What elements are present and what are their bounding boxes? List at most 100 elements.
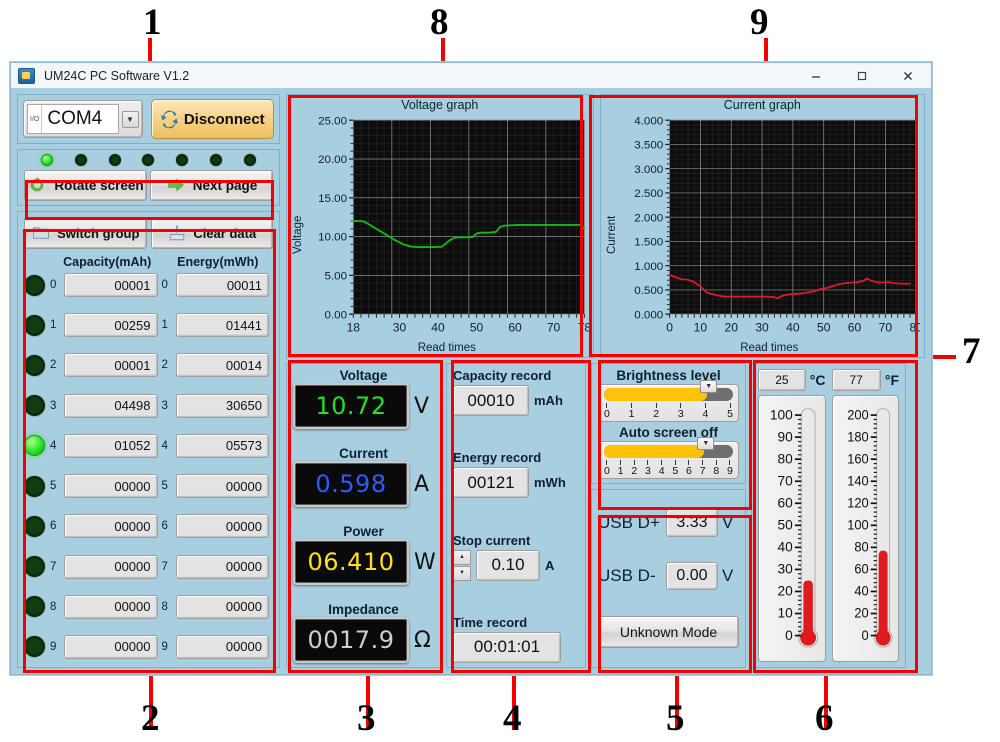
energy-value[interactable]: 00000: [175, 554, 269, 579]
svg-text:20: 20: [854, 605, 868, 620]
fahrenheit-value[interactable]: 77: [831, 369, 881, 391]
svg-text:0.500: 0.500: [634, 285, 663, 297]
clear-data-button[interactable]: Clear data: [150, 217, 273, 249]
rotate-screen-button[interactable]: Rotate screen: [24, 169, 147, 201]
capacity-record-value[interactable]: 00010: [453, 385, 529, 416]
table-row: 5 00000 5 00000: [24, 472, 273, 500]
svg-text:160: 160: [847, 451, 869, 466]
row-index-energy: 0: [161, 279, 168, 291]
settings-column: Brightness level ▼ 012345 Auto screen of…: [591, 363, 746, 668]
current-unit: A: [414, 471, 430, 497]
celsius-thermometer: 100 90 80 70 60 50 40 30 20 10 0: [758, 395, 826, 662]
energy-value[interactable]: 00000: [175, 594, 269, 619]
stop-current-unit: A: [545, 557, 555, 573]
svg-text:40: 40: [431, 321, 445, 335]
brightness-thumb[interactable]: ▼: [700, 380, 718, 393]
close-button[interactable]: [885, 63, 931, 88]
capacity-value[interactable]: 00001: [64, 353, 158, 378]
current-label: Current: [339, 446, 388, 461]
svg-text:10: 10: [778, 606, 794, 621]
stepper-down-icon[interactable]: ▼: [453, 565, 471, 581]
svg-text:10: 10: [693, 321, 707, 335]
impedance-unit: Ω: [414, 627, 431, 653]
energy-value[interactable]: 05573: [175, 433, 269, 458]
com-port-select[interactable]: I/O COM4 ▼: [23, 100, 143, 138]
usb-dminus-value[interactable]: 0.00: [666, 562, 718, 591]
next-page-button[interactable]: Next page: [150, 169, 273, 201]
table-row: 0 00001 0 00011: [24, 271, 273, 299]
capacity-value[interactable]: 00000: [64, 634, 158, 659]
impedance-value: 0017.9: [307, 626, 395, 654]
disconnect-button[interactable]: Disconnect: [150, 99, 274, 139]
chevron-down-icon[interactable]: ▼: [121, 110, 139, 128]
current-measurement: Current 0.598 A: [293, 446, 434, 507]
minimize-button[interactable]: [793, 63, 839, 88]
table-header-row: Capacity(mAh) Energy(mWh): [52, 255, 273, 271]
usb-dplus-value[interactable]: 3.33: [666, 508, 718, 537]
table-row: 1 00259 1 01441: [24, 311, 273, 339]
temperature-panel: 25 °C 77 °F 100 90 80 70 60 50 40 30 20 10 0: [751, 363, 906, 668]
capacity-value[interactable]: 01052: [64, 433, 158, 458]
svg-text:20.00: 20.00: [318, 154, 347, 166]
brightness-track[interactable]: ▼: [604, 380, 733, 401]
svg-text:2.000: 2.000: [634, 212, 663, 224]
usb-dplus-row: USB D+ 3.33 V: [598, 508, 739, 537]
svg-text:40: 40: [854, 583, 868, 598]
capacity-value[interactable]: 00000: [64, 554, 158, 579]
svg-text:20: 20: [778, 584, 794, 599]
celsius-unit: °C: [809, 372, 826, 388]
celsius-value[interactable]: 25: [758, 369, 806, 391]
brightness-ticks: 0 1 2 3 4 5: [604, 403, 733, 420]
svg-text:3.500: 3.500: [634, 140, 663, 152]
svg-text:50: 50: [817, 321, 831, 335]
energy-record-value[interactable]: 00121: [453, 467, 529, 499]
current-graph-ylabel: Current: [605, 215, 618, 254]
table-row-active: 4 01052 4 05573: [24, 432, 273, 460]
svg-text:30: 30: [778, 562, 794, 577]
capacity-value[interactable]: 00000: [64, 514, 158, 539]
charging-mode-button[interactable]: Unknown Mode: [598, 616, 739, 649]
maximize-button[interactable]: [839, 63, 885, 88]
capacity-value[interactable]: 00000: [64, 474, 158, 499]
energy-value[interactable]: 01441: [175, 313, 269, 338]
screen-off-slider[interactable]: ▼ 0123456789: [598, 437, 739, 479]
stop-current-stepper[interactable]: ▲ ▼: [453, 549, 471, 581]
switch-group-button[interactable]: Switch group: [24, 217, 147, 249]
energy-value[interactable]: 00000: [175, 474, 269, 499]
screen-off-thumb[interactable]: ▼: [697, 437, 715, 450]
energy-value[interactable]: 00011: [175, 273, 269, 297]
table-row: 6 00000 6 00000: [24, 512, 273, 540]
svg-text:100: 100: [770, 407, 793, 422]
current-value: 0.598: [315, 470, 387, 498]
svg-text:120: 120: [847, 495, 869, 510]
row-index: 8: [50, 600, 57, 613]
screen-off-track[interactable]: ▼: [604, 437, 733, 458]
capacity-value[interactable]: 00259: [64, 313, 158, 338]
capacity-value[interactable]: 00001: [64, 273, 158, 297]
stop-current-value[interactable]: 0.10: [476, 549, 540, 581]
time-record-value[interactable]: 00:01:01: [453, 631, 561, 663]
status-led-0: [40, 154, 53, 167]
status-leds-panel: Rotate screen Next page: [17, 149, 280, 206]
capacity-value[interactable]: 04498: [64, 393, 158, 418]
status-led-1: [74, 154, 87, 167]
row-led-active: [24, 435, 45, 457]
row-index: 5: [50, 480, 57, 493]
brightness-fill: [604, 388, 708, 401]
power-measurement: Power 06.410 W: [293, 524, 436, 585]
energy-value[interactable]: 00000: [175, 634, 269, 659]
row-led: [24, 515, 45, 537]
current-graph-xlabel: Read times: [740, 342, 799, 354]
thermometer-gauges: 100 90 80 70 60 50 40 30 20 10 0 200 180 160 140 120 10…: [758, 395, 899, 662]
energy-value[interactable]: 00000: [175, 514, 269, 539]
brightness-slider[interactable]: ▼ 0 1 2 3 4 5: [598, 380, 739, 422]
usb-dminus-row: USB D- 0.00 V: [598, 562, 739, 591]
stepper-up-icon[interactable]: ▲: [453, 549, 471, 565]
row-led: [24, 395, 45, 417]
capacity-value[interactable]: 00000: [64, 594, 158, 619]
svg-text:10.00: 10.00: [318, 232, 347, 244]
voltage-graph-xlabel: Read times: [417, 342, 476, 354]
table-row: 8 00000 8 00000: [24, 593, 273, 621]
energy-value[interactable]: 30650: [175, 393, 269, 418]
energy-value[interactable]: 00014: [175, 353, 269, 378]
